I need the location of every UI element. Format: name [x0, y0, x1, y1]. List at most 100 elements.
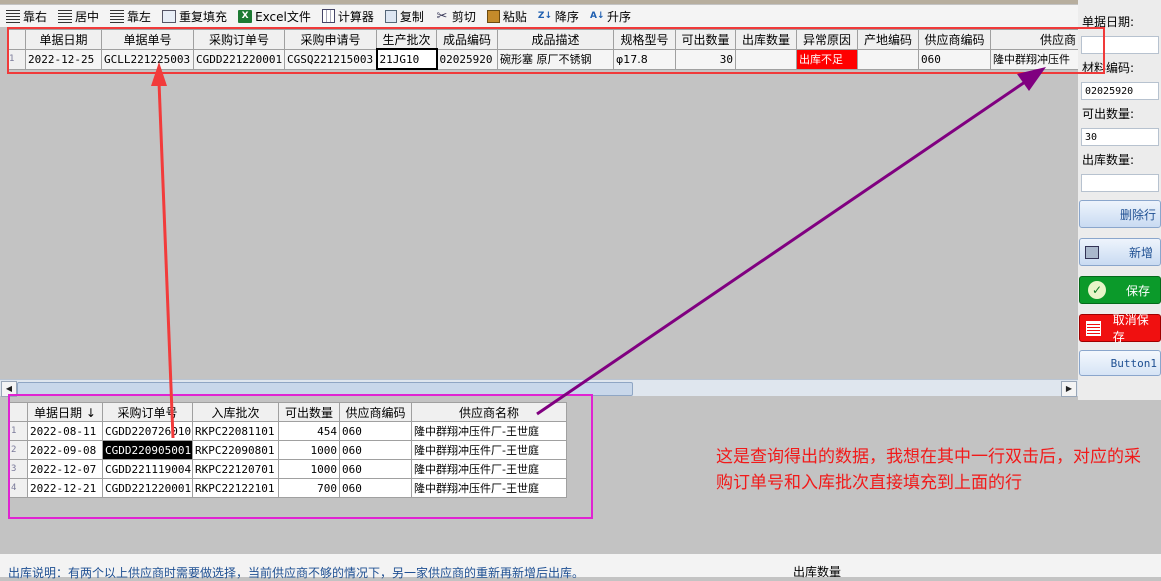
cut-button[interactable]: ✂ 剪切 — [429, 5, 481, 27]
cell-req-no[interactable]: CGSQ221215003 — [284, 48, 377, 70]
cell-product-desc[interactable]: 碗形塞 原厂不锈钢 — [497, 48, 614, 70]
row-header-corner — [9, 402, 28, 422]
cell-po-no[interactable]: CGDD220726010 — [102, 421, 193, 441]
cell-doc-date[interactable]: 2022-12-21 — [27, 478, 103, 498]
cell-po-no-selected[interactable]: CGDD220905001 — [102, 440, 193, 460]
cell-inbound-batch[interactable]: RKPC22122101 — [192, 478, 279, 498]
row-number[interactable]: 1 — [9, 421, 28, 441]
sort-desc-button[interactable]: Z↓ 降序 — [532, 5, 584, 27]
scroll-right-icon[interactable]: ▶ — [1061, 381, 1077, 397]
col-supplier-code[interactable]: 供应商编码 — [918, 29, 991, 50]
col-po-no[interactable]: 采购订单号 — [102, 402, 193, 422]
cell-supplier-code[interactable]: 060 — [339, 440, 412, 460]
out-qty-field[interactable] — [1081, 174, 1159, 192]
doc-date-field[interactable] — [1081, 36, 1159, 54]
align-left-button[interactable]: 靠左 — [104, 5, 156, 27]
cell-doc-date[interactable]: 2022-12-07 — [27, 459, 103, 479]
cell-inbound-batch[interactable]: RKPC22081101 — [192, 421, 279, 441]
col-supplier-code[interactable]: 供应商编码 — [339, 402, 412, 422]
col-supplier[interactable]: 供应商 — [990, 29, 1079, 50]
calculator-button[interactable]: 计算器 — [316, 5, 379, 27]
col-supplier-name[interactable]: 供应商名称 — [411, 402, 567, 422]
cell-out-qty[interactable] — [735, 48, 797, 70]
col-batch[interactable]: 生产批次 — [376, 29, 437, 50]
cell-product-code[interactable]: 02025920 — [436, 48, 498, 70]
col-product-code[interactable]: 成品编码 — [436, 29, 498, 50]
col-req-no[interactable]: 采购申请号 — [284, 29, 377, 50]
material-code-field[interactable]: 02025920 — [1081, 82, 1159, 100]
add-button[interactable]: 新增 — [1079, 238, 1161, 266]
cell-po-no[interactable]: CGDD221119004 — [102, 459, 193, 479]
cell-supplier-name[interactable]: 隆中群翔冲压件厂-王世庭 — [411, 421, 567, 441]
cell-po-no[interactable]: CGDD221220001 — [102, 478, 193, 498]
align-right-button[interactable]: 靠右 — [0, 5, 52, 27]
available-qty-field[interactable]: 30 — [1081, 128, 1159, 146]
cell-supplier-code[interactable]: 060 — [339, 478, 412, 498]
table-row[interactable]: 1 2022-08-11 CGDD220726010 RKPC22081101 … — [9, 421, 567, 441]
align-center-label: 居中 — [75, 9, 100, 24]
top-grid: 单据日期 单据单号 采购订单号 采购申请号 生产批次 成品编码 成品描述 规格型… — [7, 29, 1079, 70]
delete-row-label: 删除行 — [1119, 207, 1156, 222]
cell-supplier-name[interactable]: 隆中群翔冲压件厂-王世庭 — [411, 478, 567, 498]
col-po-no[interactable]: 采购订单号 — [193, 29, 285, 50]
delete-row-button[interactable]: 删除行 — [1079, 200, 1161, 228]
col-spec[interactable]: 规格型号 — [613, 29, 676, 50]
cell-available-qty[interactable]: 454 — [278, 421, 340, 441]
cell-available-qty[interactable]: 1000 — [278, 459, 340, 479]
align-center-button[interactable]: 居中 — [52, 5, 104, 27]
cell-supplier-code[interactable]: 060 — [339, 421, 412, 441]
cell-available-qty[interactable]: 30 — [675, 48, 736, 70]
scroll-left-icon[interactable]: ◀ — [1, 381, 17, 397]
button1[interactable]: Button1 — [1079, 350, 1161, 376]
col-origin-code[interactable]: 产地编码 — [857, 29, 919, 50]
cell-supplier-name[interactable]: 隆中群翔冲压件厂-王世庭 — [411, 440, 567, 460]
repeat-fill-button[interactable]: 重复填充 — [156, 5, 232, 27]
cell-supplier-code[interactable]: 060 — [918, 48, 991, 70]
cell-inbound-batch[interactable]: RKPC22120701 — [192, 459, 279, 479]
horizontal-scrollbar[interactable]: ◀ ▶ — [0, 379, 1078, 397]
calculator-label: 计算器 — [337, 9, 374, 24]
paste-button[interactable]: 粘贴 — [481, 5, 532, 27]
save-button[interactable]: ✓ 保存 — [1079, 276, 1161, 304]
col-exception[interactable]: 异常原因 — [796, 29, 858, 50]
col-doc-date[interactable]: 单据日期 ↓ — [27, 402, 103, 422]
sort-asc-button[interactable]: A↓ 升序 — [584, 5, 636, 27]
excel-file-button[interactable]: X Excel文件 — [232, 5, 316, 27]
cell-doc-date[interactable]: 2022-12-25 — [25, 48, 102, 70]
copy-button[interactable]: 复制 — [379, 5, 429, 27]
col-out-qty[interactable]: 出库数量 — [735, 29, 797, 50]
table-row[interactable]: 4 2022-12-21 CGDD221220001 RKPC22122101 … — [9, 478, 567, 498]
cell-batch-editor[interactable]: 21JG10 — [375, 48, 438, 70]
excel-icon: X — [238, 9, 253, 23]
col-doc-no[interactable]: 单据单号 — [101, 29, 194, 50]
col-available-qty[interactable]: 可出数量 — [675, 29, 736, 50]
scrollbar-thumb[interactable] — [17, 382, 633, 396]
cell-doc-date[interactable]: 2022-09-08 — [27, 440, 103, 460]
cell-po-no[interactable]: CGDD221220001 — [193, 48, 285, 70]
col-doc-date[interactable]: 单据日期 — [25, 29, 102, 50]
cell-doc-date[interactable]: 2022-08-11 — [27, 421, 103, 441]
cell-origin-code[interactable] — [857, 48, 919, 70]
row-number[interactable]: 3 — [9, 459, 28, 479]
paste-icon — [486, 9, 500, 23]
cell-exception[interactable]: 出库不足 — [796, 48, 858, 70]
cell-spec[interactable]: φ17.8 — [613, 48, 676, 70]
table-row[interactable]: 3 2022-12-07 CGDD221119004 RKPC22120701 … — [9, 459, 567, 479]
row-number[interactable]: 2 — [9, 440, 28, 460]
cell-available-qty[interactable]: 700 — [278, 478, 340, 498]
cell-inbound-batch[interactable]: RKPC22090801 — [192, 440, 279, 460]
row-number[interactable]: 1 — [7, 48, 26, 70]
row-number[interactable]: 4 — [9, 478, 28, 498]
col-available-qty[interactable]: 可出数量 — [278, 402, 340, 422]
cell-doc-no[interactable]: GCLL221225003 — [101, 48, 194, 70]
status-bar: 出库说明：有两个以上供应商时需要做选择，当前供应商不够的情况下，另一家供应商的重… — [0, 554, 1161, 580]
table-row[interactable]: 1 2022-12-25 GCLL221225003 CGDD221220001… — [7, 48, 1079, 70]
cell-available-qty[interactable]: 1000 — [278, 440, 340, 460]
cell-supplier-name[interactable]: 隆中群翔冲压件厂-王世庭 — [411, 459, 567, 479]
col-product-desc[interactable]: 成品描述 — [497, 29, 614, 50]
col-inbound-batch[interactable]: 入库批次 — [192, 402, 279, 422]
cell-supplier-code[interactable]: 060 — [339, 459, 412, 479]
table-row[interactable]: 2 2022-09-08 CGDD220905001 RKPC22090801 … — [9, 440, 567, 460]
cell-supplier[interactable]: 隆中群翔冲压件 — [990, 48, 1079, 70]
cancel-save-button[interactable]: 取消保存 — [1079, 313, 1161, 344]
